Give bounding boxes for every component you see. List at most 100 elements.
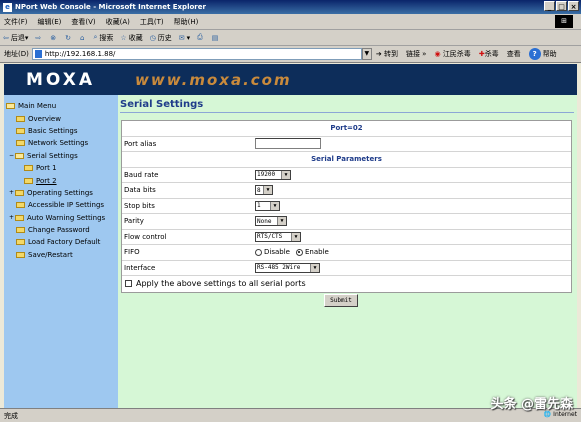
windows-flag-icon: ⊞ — [555, 15, 573, 28]
sidebar-item-serial-settings[interactable]: − Serial Settings — [4, 150, 118, 162]
window-title: NPort Web Console - Microsoft Internet E… — [15, 3, 206, 11]
mail-icon: ✉ — [178, 33, 185, 42]
fifo-row: FIFO Disable Enable — [122, 245, 571, 261]
menu-view[interactable]: 查看(V) — [71, 17, 95, 27]
menu-file[interactable]: 文件(F) — [4, 17, 28, 27]
flow-control-label: Flow control — [124, 232, 167, 241]
help-icon: ? — [528, 48, 541, 60]
home-button[interactable]: ⌂ — [80, 34, 86, 42]
baud-rate-select[interactable]: 19200 ▼ — [255, 169, 291, 180]
address-dropdown-button[interactable]: ▼ — [361, 48, 372, 60]
favorites-button[interactable]: ☆ 收藏 — [120, 33, 142, 43]
sidebar-item-auto-warning-settings[interactable]: + Auto Warning Settings — [4, 212, 118, 224]
title-divider — [120, 112, 574, 113]
back-button[interactable]: ⇦ 后退 ▾ — [3, 33, 28, 43]
fifo-disable-radio[interactable] — [255, 248, 262, 256]
sidebar-item-label: Load Factory Default — [28, 238, 101, 247]
view-button[interactable]: 查看 — [507, 49, 521, 59]
fifo-enable-label: Enable — [304, 248, 329, 257]
sidebar-item-load-factory-default[interactable]: Load Factory Default — [4, 236, 118, 248]
sidebar-item-save-restart[interactable]: Save/Restart — [4, 249, 118, 261]
mail-button[interactable]: ✉ ▾ — [179, 34, 190, 42]
go-button[interactable]: ➔ 转到 — [376, 49, 398, 59]
data-bits-select[interactable]: 8 ▼ — [255, 185, 273, 196]
refresh-button[interactable]: ↻ — [65, 34, 73, 42]
parity-row: Parity None ▼ — [122, 214, 571, 230]
close-button[interactable]: × — [568, 1, 579, 11]
sidebar-item-overview[interactable]: Overview — [4, 112, 118, 124]
sidebar-item-label: Auto Warning Settings — [27, 213, 106, 222]
sidebar-item-port-1[interactable]: Port 1 — [4, 162, 118, 174]
sidebar-item-operating-settings[interactable]: + Operating Settings — [4, 187, 118, 199]
stop-button[interactable]: ⊗ — [50, 34, 58, 42]
zone-label: Internet — [553, 411, 577, 418]
port-header-row: Port=02 — [122, 121, 571, 137]
sidebar-item-accessible-ip-settings[interactable]: Accessible IP Settings — [4, 199, 118, 211]
parity-select[interactable]: None ▼ — [255, 216, 287, 227]
forward-arrow-icon: ⇨ — [35, 33, 42, 42]
history-button[interactable]: ◷ 历史 — [150, 33, 172, 43]
port-alias-label: Port alias — [124, 139, 157, 148]
edit-icon: ▤ — [211, 33, 219, 42]
view-label: 查看 — [506, 50, 521, 58]
forward-button[interactable]: ⇨ — [35, 34, 43, 42]
parity-value: None — [257, 217, 272, 225]
edit-button[interactable]: ▤ — [212, 34, 221, 42]
sidebar-menu: Main Menu Overview Basic Settings Networ… — [4, 95, 118, 408]
folder-icon — [15, 189, 24, 196]
folder-icon — [24, 165, 33, 172]
page-title: Serial Settings — [120, 99, 204, 110]
minimize-button[interactable]: _ — [544, 1, 555, 11]
sidebar-item-network-settings[interactable]: Network Settings — [4, 137, 118, 149]
sidebar-item-change-password[interactable]: Change Password — [4, 224, 118, 236]
jiangmin-antivirus-button[interactable]: ◉ 江民杀毒 — [434, 49, 470, 59]
sidebar-item-label: Port 1 — [36, 164, 57, 173]
menu-tools[interactable]: 工具(T) — [140, 17, 164, 27]
jiangmin-label: 江民杀毒 — [442, 50, 471, 58]
menu-favorites[interactable]: 收藏(A) — [106, 17, 130, 27]
flow-control-select[interactable]: RTS/CTS ▼ — [255, 231, 301, 242]
links-button[interactable]: 链接 » — [406, 49, 427, 59]
data-bits-value: 8 — [257, 186, 261, 194]
menu-edit[interactable]: 编辑(E) — [38, 17, 62, 27]
collapse-icon[interactable]: − — [8, 152, 15, 159]
antivirus-button[interactable]: ✚杀毒 — [479, 49, 499, 59]
print-icon: ⎙ — [197, 33, 203, 41]
sidebar-item-main-menu[interactable]: Main Menu — [4, 100, 118, 112]
favorites-label: 收藏 — [128, 33, 143, 42]
favorites-icon: ☆ — [120, 33, 127, 42]
fifo-enable-radio[interactable] — [295, 248, 303, 256]
maximize-button[interactable]: □ — [556, 1, 567, 11]
sidebar-item-basic-settings[interactable]: Basic Settings — [4, 125, 118, 137]
moxa-logo: MOXA — [26, 69, 96, 90]
apply-all-checkbox[interactable] — [125, 280, 132, 288]
help-button[interactable]: ? 帮助 — [528, 48, 557, 60]
folder-icon — [16, 140, 25, 147]
submit-button[interactable]: Submit — [324, 294, 358, 307]
port-alias-input[interactable] — [255, 138, 321, 150]
expand-icon[interactable]: + — [8, 189, 15, 196]
sidebar-item-label: Network Settings — [28, 139, 89, 148]
status-text: 完成 — [4, 411, 18, 420]
baud-rate-value: 19200 — [257, 171, 276, 179]
print-button[interactable]: ⎙ — [197, 33, 205, 42]
sidebar-item-port-2[interactable]: Port 2 — [4, 174, 118, 186]
expand-icon[interactable]: + — [8, 214, 15, 221]
antivirus-label: 杀毒 — [484, 50, 499, 58]
stop-icon: ⊗ — [50, 33, 57, 42]
back-label: 后退 — [10, 33, 25, 42]
home-icon: ⌂ — [80, 33, 85, 42]
address-label: 地址(D) — [4, 50, 29, 58]
stop-bits-select[interactable]: 1 ▼ — [255, 200, 280, 211]
search-button[interactable]: ⌕ 搜索 — [93, 33, 113, 43]
stop-bits-value: 1 — [257, 202, 261, 210]
search-icon: ⌕ — [93, 33, 98, 41]
interface-select[interactable]: RS-485 2Wire ▼ — [255, 262, 320, 273]
menu-bar: 文件(F) 编辑(E) 查看(V) 收藏(A) 工具(T) 帮助(H) ⊞ — [0, 14, 581, 30]
history-label: 历史 — [157, 33, 172, 42]
sidebar-item-label: Basic Settings — [28, 126, 78, 135]
address-input[interactable]: http://192.168.1.88/ — [31, 48, 362, 60]
stop-bits-row: Stop bits 1 ▼ — [122, 199, 571, 214]
menu-help[interactable]: 帮助(H) — [174, 17, 199, 27]
sidebar-item-label: Change Password — [28, 226, 90, 235]
